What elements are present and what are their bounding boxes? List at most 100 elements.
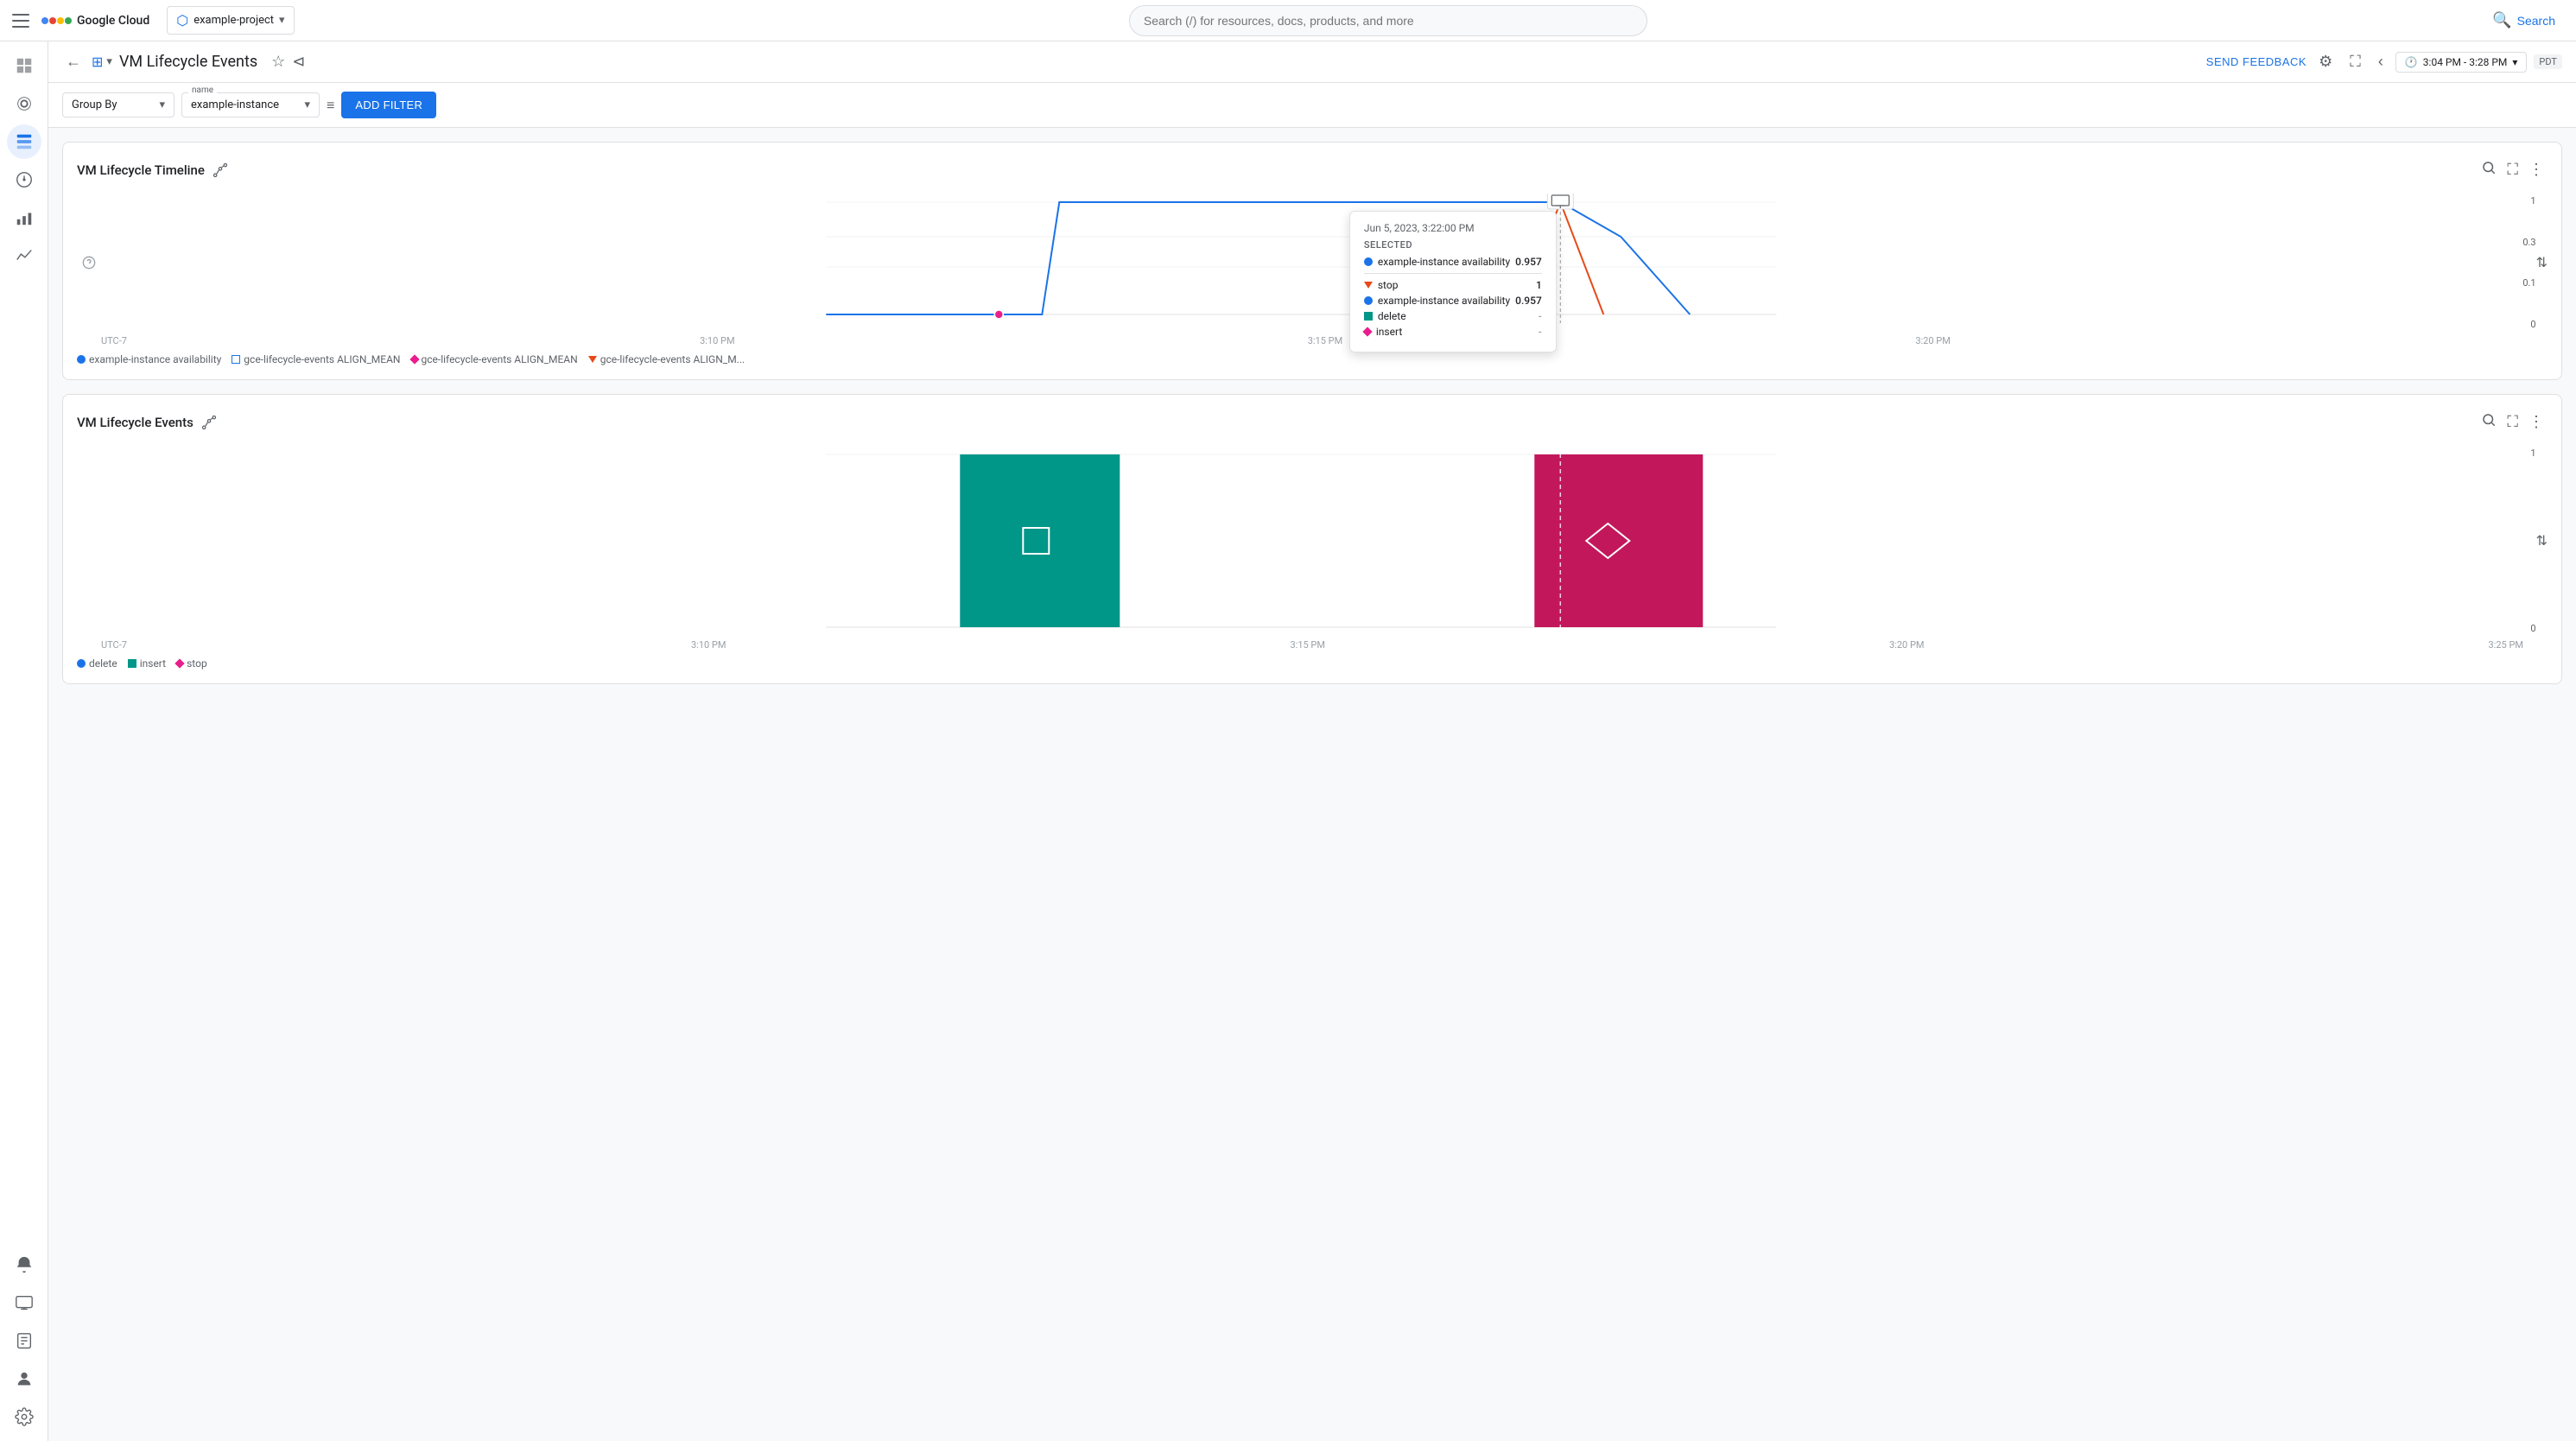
logo-dot-yellow — [57, 17, 64, 24]
legend-label-availability: example-instance availability — [89, 353, 221, 365]
sidebar-item-events[interactable] — [7, 124, 41, 159]
star-icon[interactable]: ☆ — [271, 53, 285, 71]
sidebar — [0, 41, 48, 1441]
chart2-x-310: 3:10 PM — [691, 639, 726, 651]
logo-dot-blue — [41, 17, 48, 24]
sidebar-item-monitoring[interactable] — [7, 86, 41, 121]
chart1-x-utc7: UTC-7 — [101, 335, 127, 346]
sidebar-item-settings[interactable] — [7, 1400, 41, 1434]
legend-item-availability: example-instance availability — [77, 353, 221, 365]
chart1-container: Jun 5, 2023, 3:22:00 PM SELECTED example… — [77, 194, 2547, 346]
legend-item-delete: delete — [77, 657, 117, 670]
logo-colors — [41, 17, 72, 24]
google-cloud-logo: Google Cloud — [41, 14, 149, 28]
search-button-label: Search — [2517, 14, 2555, 28]
logo-dot-green — [65, 17, 72, 24]
filter-bar: Group By ▾ name example-instance ▾ ≡ ADD… — [48, 83, 2576, 128]
legend-item-lifecycle-triangle: gce-lifecycle-events ALIGN_M... — [588, 353, 745, 365]
add-filter-button[interactable]: ADD FILTER — [341, 92, 436, 118]
legend-item-lifecycle-square: gce-lifecycle-events ALIGN_MEAN — [232, 353, 400, 365]
secondary-header: ← ⊞ ▾ VM Lifecycle Events ☆ ⊲ SEND FEEDB… — [48, 41, 2576, 83]
name-filter-label: name — [188, 86, 217, 95]
share-icon[interactable]: ⊲ — [292, 53, 305, 71]
chart2-expand-y-button[interactable]: ⇅ — [2536, 532, 2547, 549]
chart2-x-325: 3:25 PM — [2489, 639, 2523, 651]
chart1-x-315: 3:15 PM — [1308, 335, 1342, 346]
group-by-arrow: ▾ — [159, 98, 165, 111]
chart1-expand-y-button[interactable]: ⇅ — [2536, 254, 2547, 271]
chart2-x-utc7: UTC-7 — [101, 639, 127, 651]
chart2-svg-area — [101, 446, 2502, 636]
chart1-y-0.3: 0.3 — [2502, 237, 2536, 248]
chart2-header: VM Lifecycle Events ⛶ ⋮ — [77, 409, 2547, 435]
chart2-search-icon[interactable] — [2478, 409, 2500, 435]
top-bar: Google Cloud ⬡ example-project ▾ 🔍 Searc… — [0, 0, 2576, 41]
chart2-bar-insert — [960, 454, 1120, 627]
collapse-icon[interactable]: ‹ — [2373, 48, 2389, 76]
legend-label-lifecycle-triangle: gce-lifecycle-events ALIGN_M... — [600, 353, 745, 365]
chart2-more-icon[interactable]: ⋮ — [2525, 409, 2547, 435]
sidebar-item-vms[interactable] — [7, 1285, 41, 1320]
project-selector[interactable]: ⬡ example-project ▾ — [167, 6, 294, 35]
sidebar-item-alerts[interactable] — [7, 162, 41, 197]
legend-label-lifecycle-square: gce-lifecycle-events ALIGN_MEAN — [244, 353, 400, 365]
chart2-title: VM Lifecycle Events — [77, 415, 194, 430]
sidebar-item-logs[interactable] — [7, 1324, 41, 1358]
legend-item-lifecycle-diamond: gce-lifecycle-events ALIGN_MEAN — [411, 353, 578, 365]
search-bar — [1129, 5, 1647, 36]
chart1-y-0: 0 — [2502, 319, 2536, 330]
chart2-body: 1 0 ⇅ — [77, 446, 2547, 636]
chart1-more-icon[interactable]: ⋮ — [2525, 156, 2547, 183]
legend-diamond-stop — [174, 658, 184, 668]
chart2-y-0: 0 — [2502, 623, 2536, 634]
chart2-expand-icon[interactable]: ⛶ — [2503, 409, 2522, 435]
main-content: ← ⊞ ▾ VM Lifecycle Events ☆ ⊲ SEND FEEDB… — [48, 41, 2576, 1441]
search-button[interactable]: 🔍 Search — [2482, 6, 2566, 35]
chart1-y-1: 1 — [2502, 195, 2536, 206]
chart1-title: VM Lifecycle Timeline — [77, 162, 205, 178]
chart2-x-315: 3:15 PM — [1290, 639, 1324, 651]
chart2-x-axis: UTC-7 3:10 PM 3:15 PM 3:20 PM 3:25 PM — [77, 638, 2547, 651]
chart1-legend: example-instance availability gce-lifecy… — [77, 353, 2547, 365]
legend-label-delete: delete — [89, 657, 117, 670]
search-input[interactable] — [1129, 5, 1647, 36]
sidebar-item-notifications[interactable] — [7, 1247, 41, 1282]
chart1-search-icon[interactable] — [2478, 156, 2500, 183]
chart1-help-icon[interactable] — [77, 194, 101, 332]
sidebar-item-dashboard[interactable] — [7, 48, 41, 83]
legend-item-insert: insert — [128, 657, 166, 670]
hamburger-menu[interactable] — [10, 10, 31, 31]
time-range-dropdown-icon: ▾ — [2512, 56, 2517, 68]
settings-icon[interactable]: ⚙ — [2313, 48, 2338, 76]
time-range-selector[interactable]: 🕐 3:04 PM - 3:28 PM ▾ — [2395, 52, 2528, 73]
chart2-left-spacer — [77, 446, 101, 636]
group-by-dropdown[interactable]: Group By ▾ — [62, 92, 174, 117]
legend-square-insert — [128, 659, 136, 668]
legend-diamond-lifecycle — [409, 354, 419, 364]
main-area: ← ⊞ ▾ VM Lifecycle Events ☆ ⊲ SEND FEEDB… — [0, 41, 2576, 1441]
title-area: ⊞ ▾ — [92, 54, 112, 70]
chart2-svg — [101, 446, 2502, 636]
legend-label-lifecycle-diamond: gce-lifecycle-events ALIGN_MEAN — [422, 353, 578, 365]
chart1-actions: ⛶ ⋮ — [2478, 156, 2547, 183]
chart1-expand-icon[interactable]: ⛶ — [2503, 156, 2522, 183]
name-filter-value: example-instance — [191, 98, 279, 111]
sidebar-item-metrics[interactable] — [7, 200, 41, 235]
fullscreen-icon[interactable]: ⛶ — [2344, 48, 2366, 76]
chart2-container: 1 0 ⇅ UTC-7 3:10 PM 3:15 PM 3:20 PM — [77, 446, 2547, 651]
chart1-x-320: 3:20 PM — [1915, 335, 1950, 346]
chart1-y-axis-right: 1 0.3 0.1 0 — [2502, 194, 2536, 332]
chart-panel-events: VM Lifecycle Events ⛶ ⋮ — [62, 394, 2562, 684]
filter-settings-icon[interactable]: ≡ — [327, 97, 334, 114]
feedback-button[interactable]: SEND FEEDBACK — [2206, 55, 2306, 68]
name-filter-dropdown[interactable]: example-instance ▾ — [181, 92, 320, 117]
sidebar-item-traces[interactable] — [7, 238, 41, 273]
timezone-badge: PDT — [2534, 54, 2562, 69]
back-button[interactable]: ← — [62, 49, 85, 74]
chart2-y-axis-right: 1 0 — [2502, 446, 2536, 636]
legend-triangle-lifecycle — [588, 356, 597, 363]
clock-icon: 🕐 — [2405, 56, 2418, 68]
chart2-x-320: 3:20 PM — [1889, 639, 1924, 651]
legend-item-stop: stop — [176, 657, 207, 670]
sidebar-item-user[interactable] — [7, 1362, 41, 1396]
